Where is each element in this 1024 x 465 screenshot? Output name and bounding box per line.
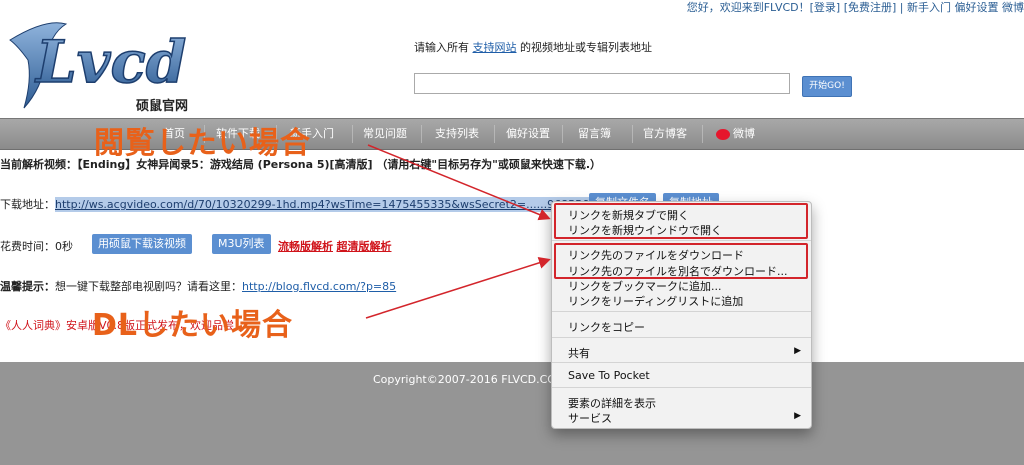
services-submenu-arrow-icon: ▶ xyxy=(794,411,801,421)
weibo-icon xyxy=(716,128,730,140)
menu-add-bookmark[interactable]: リンクをブックマークに追加... xyxy=(568,278,722,294)
top-links[interactable]: 您好，欢迎来到FLVCD！[登录] [免费注册] | 新手入门 偏好设置 微博 xyxy=(687,0,1024,16)
copyright: Copyright©2007-2016 FLVCD.COM xyxy=(373,373,566,386)
menu-services[interactable]: サービス xyxy=(568,410,612,426)
hd-parse-link[interactable]: 超清版解析 xyxy=(337,240,392,253)
search-prompt: 请输入所有 支持网站 的视频地址或专辑列表地址 xyxy=(414,41,652,54)
share-submenu-arrow-icon: ▶ xyxy=(794,346,801,356)
m3u-list-button[interactable]: M3U列表 xyxy=(212,234,271,254)
download-highlight-box xyxy=(554,243,808,279)
supported-sites-link[interactable]: 支持网站 xyxy=(473,41,517,54)
smooth-parse-link[interactable]: 流畅版解析 xyxy=(278,240,333,253)
url-input[interactable] xyxy=(414,73,790,94)
logo-subtitle: 硕鼠官网 xyxy=(136,99,189,114)
time-label: 花费时间：0秒 xyxy=(0,240,73,253)
menu-share[interactable]: 共有 xyxy=(568,345,590,361)
nav-faq[interactable]: 常见问题 xyxy=(363,119,407,149)
nav-weibo[interactable]: 微博 xyxy=(716,119,755,149)
nav-guestbook[interactable]: 留言簿 xyxy=(578,119,611,149)
quality-links: 流畅版解析 超清版解析 xyxy=(278,238,392,254)
svg-text:Lvcd: Lvcd xyxy=(34,28,186,96)
view-highlight-box xyxy=(554,203,808,239)
menu-copy-link[interactable]: リンクをコピー xyxy=(568,319,645,335)
download-with-flvcd-button[interactable]: 用硕鼠下载该视频 xyxy=(92,234,192,254)
tip-link[interactable]: http://blog.flvcd.com/?p=85 xyxy=(242,280,396,293)
nav-blog[interactable]: 官方博客 xyxy=(643,119,687,149)
tip-row: 温馨提示：想一键下载整部电视剧吗？请看这里：http://blog.flvcd.… xyxy=(0,280,397,293)
menu-save-to-pocket[interactable]: Save To Pocket xyxy=(568,369,650,382)
annotation-view: 閲覧したい場合 xyxy=(94,126,311,161)
go-button[interactable]: 开始GO! xyxy=(802,76,852,97)
menu-add-reading-list[interactable]: リンクをリーディングリストに追加 xyxy=(568,293,743,309)
annotation-download: DLしたい場合 xyxy=(92,308,294,343)
nav-support-list[interactable]: 支持列表 xyxy=(435,119,479,149)
footer: Copyright©2007-2016 FLVCD.COM xyxy=(0,362,1024,465)
nav-preferences[interactable]: 偏好设置 xyxy=(506,119,550,149)
menu-inspect-element[interactable]: 要素の詳細を表示 xyxy=(568,395,656,411)
download-row: 下载地址：http://ws.acgvideo.com/d/70/1032029… xyxy=(0,197,644,212)
